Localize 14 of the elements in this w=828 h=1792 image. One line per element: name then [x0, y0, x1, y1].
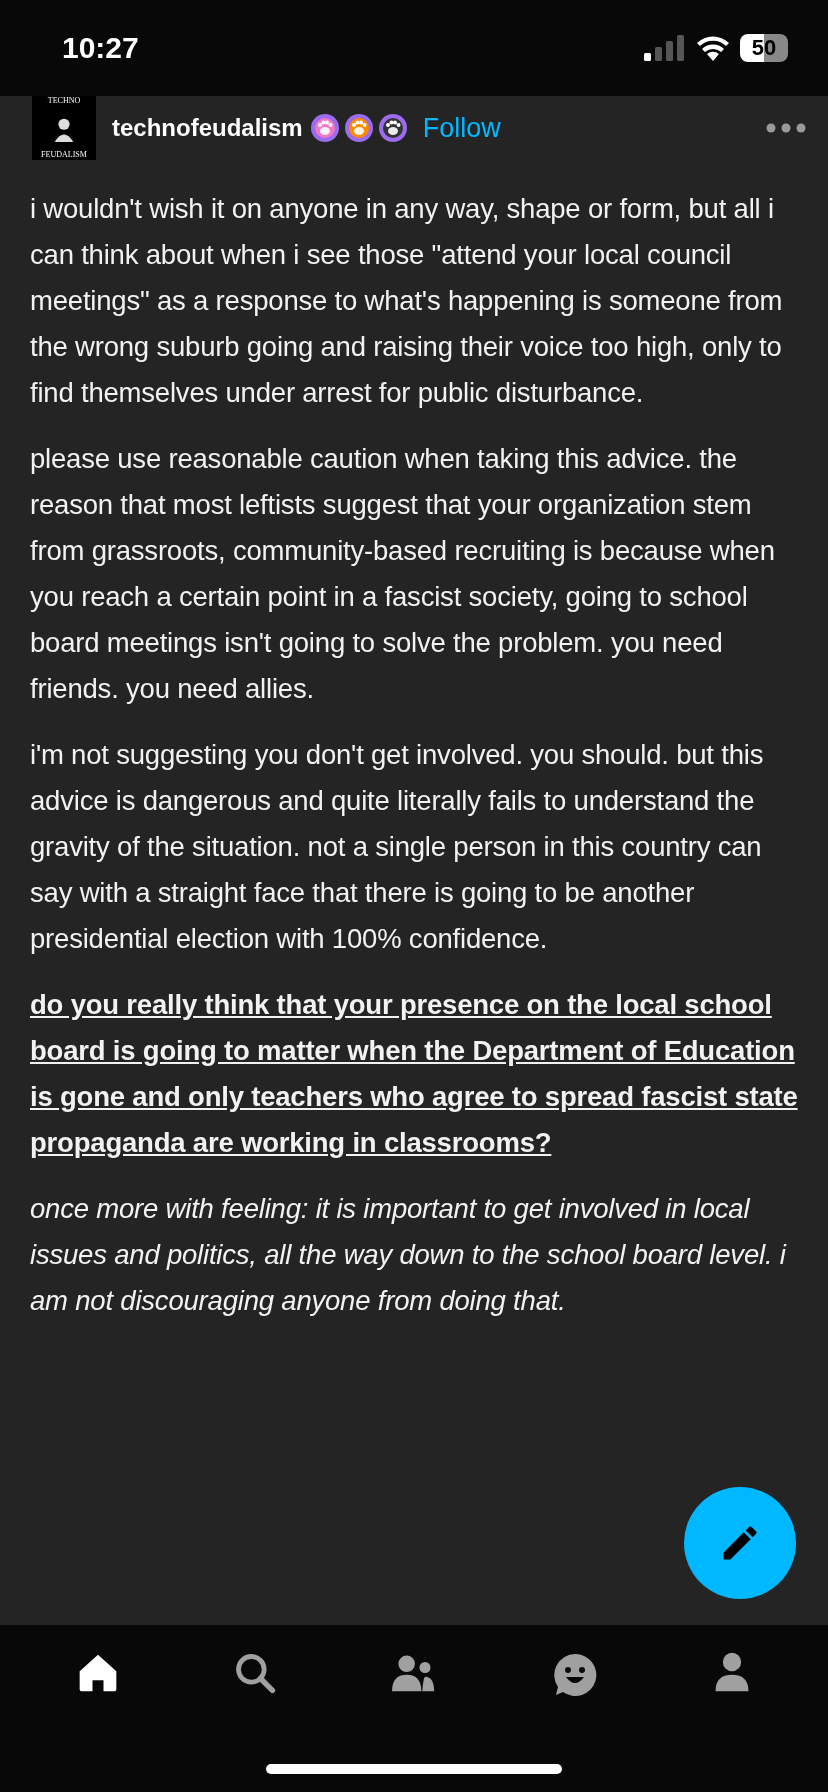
- post-paragraph: i wouldn't wish it on anyone in any way, shape or form, but all i can think about when i see those "attend your local council meetings" as a response to what's happening is someone from the wrong suburb going and raising their voice too high, only to find themselves under arrest for public disturbance.: [30, 192, 784, 410]
- wifi-icon: [696, 35, 730, 61]
- username[interactable]: technofeudalism: [112, 114, 303, 142]
- post-paragraph: i'm not suggesting you don't get involved. you should. but this advice is dangerous and quite literally fails to understand the gravity of the situation. not a single person in this country can say with a straight face that there is going to be another presidential election with 100% confidence.: [30, 738, 765, 956]
- more-options-icon[interactable]: [766, 123, 806, 133]
- blog-avatar[interactable]: TECHNO FEUDALISM: [32, 96, 96, 160]
- signal-icon: [644, 35, 686, 61]
- post-paragraph: please use reasonable caution when taking this advice. the reason that most leftists suggest that your organization stem from grassroots, community-based recruiting is because when you reach a certain point in a fascist society, going to school board meetings isn't going to solve the problem. you need friends. you need allies.: [30, 442, 776, 706]
- battery-indicator: 50: [740, 34, 788, 62]
- status-time: 10:27: [62, 31, 139, 65]
- post-paragraph: once more with feeling: it is important to get involved in local issues and politics, all the way down to the school board level. i am not discouraging anyone from doing that.: [30, 1192, 788, 1318]
- follow-button[interactable]: Follow: [422, 112, 501, 144]
- search-icon: [233, 1651, 278, 1695]
- post-paragraph: do you really think that your presence on the local school board is going to matter when the Department of Education is gone and only teachers who agree to spread fascist state propaganda are working in classrooms?: [30, 988, 798, 1160]
